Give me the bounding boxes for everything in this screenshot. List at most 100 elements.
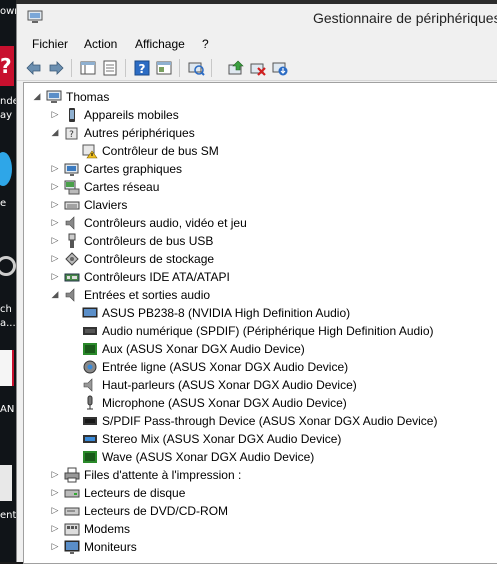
device-manager-app-icon: [27, 10, 43, 23]
collapsed-arrow-icon[interactable]: ▷: [50, 502, 60, 520]
tree-device-label: Audio numérique (SPDIF) (Périphérique Hi…: [102, 324, 434, 338]
display-adapter-icon: [64, 163, 79, 176]
monitor-audio-icon: [82, 307, 98, 318]
tree-category-label: Modems: [84, 522, 131, 536]
collapsed-arrow-icon[interactable]: ▷: [50, 520, 60, 538]
show-hide-tree-icon[interactable]: [79, 59, 97, 77]
monitor-icon: [64, 540, 80, 554]
tree-device-label: ASUS PB238-8 (NVIDIA High Definition Aud…: [102, 306, 351, 320]
menu-affichage[interactable]: Affichage: [135, 37, 185, 51]
stereo-mix-icon: [83, 435, 97, 443]
toolbar-separator: [179, 59, 180, 77]
device-tree[interactable]: ◢ Thomas ▷ Appareils mobiles ◢? Autres péri…: [23, 82, 497, 564]
tree-category-label: Contrôleurs de bus USB: [84, 234, 214, 248]
audio-io-icon: [65, 288, 75, 302]
svg-text:?: ?: [139, 62, 146, 76]
tree-device-label: Entrée ligne (ASUS Xonar DGX Audio Devic…: [102, 360, 349, 374]
expanded-arrow-icon[interactable]: ◢: [32, 88, 42, 106]
menu-bar: Fichier Action Affichage ?: [17, 34, 497, 54]
dvd-drive-icon: [64, 507, 80, 516]
title-bar[interactable]: Gestionnaire de périphériques: [17, 4, 497, 34]
back-icon[interactable]: [25, 59, 43, 77]
tree-device-label: Haut-parleurs (ASUS Xonar DGX Audio Devi…: [102, 378, 357, 392]
disable-device-icon[interactable]: [271, 59, 289, 77]
line-in-icon: [83, 360, 97, 374]
tree-category-label: Contrôleurs IDE ATA/ATAPI: [84, 270, 230, 284]
tree-category-label: Entrées et sorties audio: [84, 288, 211, 302]
desktop-app-icon[interactable]: ?: [0, 46, 14, 86]
desktop-search-icon[interactable]: [0, 256, 16, 276]
menu-help[interactable]: ?: [202, 37, 209, 51]
help-icon[interactable]: ?: [133, 59, 151, 77]
scan-hardware-icon[interactable]: [187, 59, 205, 77]
wave-icon: [83, 451, 97, 463]
collapsed-arrow-icon[interactable]: ▷: [50, 196, 60, 214]
collapsed-arrow-icon[interactable]: ▷: [50, 160, 60, 178]
tree-root-label: Thomas: [66, 90, 110, 104]
tree-device-label: Wave (ASUS Xonar DGX Audio Device): [102, 450, 315, 464]
view-icon[interactable]: [155, 59, 173, 77]
desktop-file-icon[interactable]: [0, 465, 12, 501]
collapsed-arrow-icon[interactable]: ▷: [50, 250, 60, 268]
collapsed-arrow-icon[interactable]: ▷: [50, 232, 60, 250]
collapsed-arrow-icon[interactable]: ▷: [50, 268, 60, 286]
tree-category-label: Contrôleurs audio, vidéo et jeu: [84, 216, 247, 230]
tree-category-label: Lecteurs de disque: [84, 486, 186, 500]
warning-device-icon: [82, 144, 98, 159]
tree-category-label: Lecteurs de DVD/CD-ROM: [84, 504, 229, 518]
collapsed-arrow-icon[interactable]: ▷: [50, 106, 60, 124]
usb-icon: [68, 233, 76, 248]
keyboard-icon: [64, 201, 80, 210]
collapsed-arrow-icon[interactable]: ▷: [50, 178, 60, 196]
microphone-icon: [87, 395, 93, 410]
desktop-label: ent: [0, 510, 16, 521]
collapsed-arrow-icon[interactable]: ▷: [50, 466, 60, 484]
collapsed-arrow-icon[interactable]: ▷: [50, 538, 60, 556]
network-adapter-icon: [64, 180, 80, 195]
desktop-label: AN: [0, 404, 15, 415]
mobile-device-icon: [69, 108, 75, 122]
window-title: Gestionnaire de périphériques: [313, 10, 497, 26]
svg-text:?: ?: [69, 130, 74, 140]
ide-controller-icon: [64, 273, 80, 282]
toolbar: ?: [17, 56, 497, 81]
expanded-arrow-icon[interactable]: ◢: [50, 124, 60, 142]
storage-controller-icon: [65, 252, 79, 266]
disk-drive-icon: [64, 489, 80, 498]
speaker-icon: [83, 378, 93, 392]
desktop-top-text: own: [0, 6, 16, 17]
aux-icon: [83, 343, 97, 355]
toolbar-separator: [211, 59, 212, 77]
collapsed-arrow-icon[interactable]: ▷: [50, 484, 60, 502]
tree-category-label: Cartes réseau: [84, 180, 160, 194]
menu-fichier[interactable]: Fichier: [32, 37, 68, 51]
collapsed-arrow-icon[interactable]: ▷: [50, 214, 60, 232]
desktop-label: a...: [0, 318, 16, 329]
properties-icon[interactable]: [101, 59, 119, 77]
desktop-app-icon[interactable]: [0, 152, 12, 186]
printer-icon: [64, 467, 80, 483]
spdif-pass-icon: [83, 417, 97, 425]
desktop-label: e: [0, 198, 7, 209]
desktop-file-icon[interactable]: [0, 350, 14, 386]
tree-category-label: Cartes graphiques: [84, 162, 183, 176]
expanded-arrow-icon[interactable]: ◢: [50, 286, 60, 304]
modem-icon: [64, 523, 80, 536]
computer-icon: [46, 90, 62, 103]
menu-action[interactable]: Action: [84, 37, 117, 51]
desktop-background: own ? nde ay e ch a... AN ent: [0, 0, 16, 562]
forward-icon[interactable]: [47, 59, 65, 77]
tree-device-label: Microphone (ASUS Xonar DGX Audio Device): [102, 396, 347, 410]
tree-device-label: Stereo Mix (ASUS Xonar DGX Audio Device): [102, 432, 342, 446]
device-manager-window: Gestionnaire de périphériques Fichier Ac…: [16, 4, 497, 564]
tree-category-label: Appareils mobiles: [84, 108, 179, 122]
toolbar-separator: [125, 59, 126, 77]
uninstall-icon[interactable]: [249, 59, 267, 77]
toolbar-separator: [71, 59, 72, 77]
tree-device-label: Contrôleur de bus SM: [102, 144, 219, 158]
desktop-label: nde: [0, 96, 16, 107]
tree-device-label: S/PDIF Pass-through Device (ASUS Xonar D…: [102, 414, 438, 428]
update-driver-icon[interactable]: [227, 59, 245, 77]
tree-category-label: Moniteurs: [84, 540, 137, 554]
tree-category-label: Claviers: [84, 198, 128, 212]
